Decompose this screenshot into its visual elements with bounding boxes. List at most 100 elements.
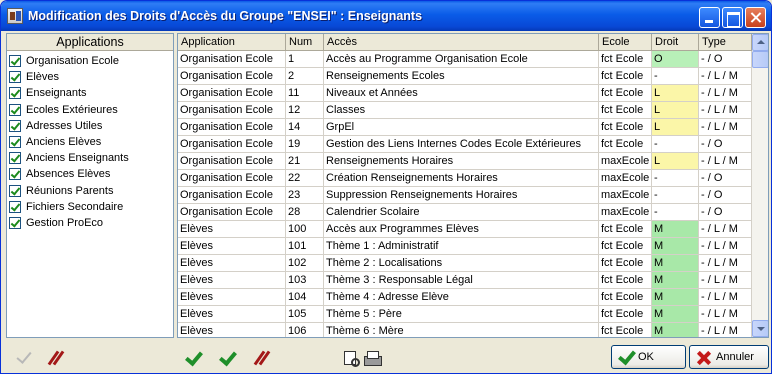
- cell-acces: Accès au Programme Organisation Ecole: [324, 51, 599, 67]
- column-header-ecole[interactable]: Ecole: [599, 34, 652, 50]
- cell-droit[interactable]: M: [652, 238, 699, 254]
- cell-droit[interactable]: M: [652, 221, 699, 237]
- checkbox[interactable]: [9, 200, 21, 213]
- scroll-down-button[interactable]: [752, 320, 768, 337]
- list-item[interactable]: Elèves: [7, 69, 173, 85]
- cell-acces: Thème 5 : Père: [324, 306, 599, 322]
- table-row[interactable]: Organisation Ecole 12 Classes fct Ecole L - /…: [178, 102, 752, 119]
- ok-button[interactable]: OK: [611, 345, 686, 369]
- checkbox[interactable]: [9, 184, 21, 197]
- check-all-disabled-button[interactable]: [13, 347, 35, 369]
- cell-application: Organisation Ecole: [178, 204, 286, 220]
- list-item[interactable]: Adresses Utiles: [7, 118, 173, 134]
- checkbox[interactable]: [9, 136, 21, 149]
- cell-droit[interactable]: M: [652, 289, 699, 305]
- set-rights-all-button[interactable]: [216, 347, 238, 369]
- list-item[interactable]: Fichiers Secondaire: [7, 199, 173, 215]
- list-item-label: Enseignants: [26, 87, 87, 100]
- checkbox[interactable]: [9, 87, 21, 100]
- table-row[interactable]: Elèves 103 Thème 3 : Responsable Légal fct …: [178, 272, 752, 289]
- scroll-up-button[interactable]: [752, 34, 768, 51]
- checkbox[interactable]: [9, 216, 21, 229]
- column-header-num[interactable]: Num: [286, 34, 324, 50]
- cell-num: 19: [286, 136, 324, 152]
- table-row[interactable]: Organisation Ecole 2 Renseignements Ecoles…: [178, 68, 752, 85]
- list-item-label: Anciens Elèves: [26, 136, 102, 149]
- cell-droit[interactable]: M: [652, 323, 699, 337]
- table-row[interactable]: Organisation Ecole 22 Création Renseigneme…: [178, 170, 752, 187]
- cell-ecole: fct Ecole: [599, 136, 652, 152]
- cell-droit[interactable]: -: [652, 204, 699, 220]
- check-icon: [618, 350, 634, 366]
- cell-droit[interactable]: M: [652, 272, 699, 288]
- cell-num: 104: [286, 289, 324, 305]
- list-item[interactable]: Ecoles Extérieures: [7, 102, 173, 118]
- list-item[interactable]: Enseignants: [7, 85, 173, 101]
- table-row[interactable]: Organisation Ecole 23 Suppression Renseign…: [178, 187, 752, 204]
- cell-application: Organisation Ecole: [178, 136, 286, 152]
- cell-droit[interactable]: L: [652, 85, 699, 101]
- cell-droit[interactable]: O: [652, 51, 699, 67]
- cell-droit[interactable]: -: [652, 170, 699, 186]
- checkbox[interactable]: [9, 55, 21, 68]
- list-item[interactable]: Gestion ProEco: [7, 215, 173, 231]
- uncheck-all-button[interactable]: [45, 347, 67, 369]
- list-item-label: Absences Elèves: [26, 168, 111, 181]
- table-row[interactable]: Elèves 105 Thème 5 : Père fct Ecole M - / L /…: [178, 306, 752, 323]
- cell-num: 28: [286, 204, 324, 220]
- list-item[interactable]: Anciens Elèves: [7, 134, 173, 150]
- table-row[interactable]: Organisation Ecole 28 Calendrier Scolaire m…: [178, 204, 752, 221]
- rights-table: Application Num Accès Ecole Droit Type O…: [177, 33, 769, 338]
- applications-header[interactable]: Applications: [7, 34, 173, 51]
- table-row[interactable]: Elèves 101 Thème 1 : Administratif fct Ecol…: [178, 238, 752, 255]
- table-row[interactable]: Elèves 106 Thème 6 : Mère fct Ecole M - / L /…: [178, 323, 752, 337]
- list-item[interactable]: Anciens Enseignants: [7, 150, 173, 166]
- cell-ecole: fct Ecole: [599, 289, 652, 305]
- table-row[interactable]: Organisation Ecole 11 Niveaux et Années fct…: [178, 85, 752, 102]
- list-item[interactable]: Réunions Parents: [7, 183, 173, 199]
- maximize-button[interactable]: [722, 7, 743, 28]
- cell-type: - / L / M: [699, 238, 752, 254]
- scroll-thumb[interactable]: [752, 51, 768, 68]
- cell-type: - / L / M: [699, 306, 752, 322]
- vertical-scrollbar[interactable]: [752, 34, 768, 337]
- cell-droit[interactable]: M: [652, 255, 699, 271]
- clear-rights-button[interactable]: [251, 347, 273, 369]
- checkbox[interactable]: [9, 103, 21, 116]
- column-header-droit[interactable]: Droit: [652, 34, 699, 50]
- table-row[interactable]: Elèves 104 Thème 4 : Adresse Elève fct Ecol…: [178, 289, 752, 306]
- cell-application: Elèves: [178, 255, 286, 271]
- table-row[interactable]: Organisation Ecole 21 Renseignements Horai…: [178, 153, 752, 170]
- list-item[interactable]: Absences Elèves: [7, 166, 173, 182]
- title-bar[interactable]: Modification des Droits d'Accès du Group…: [1, 1, 771, 31]
- cell-droit[interactable]: -: [652, 68, 699, 84]
- minimize-button[interactable]: [699, 7, 720, 28]
- print-button[interactable]: [361, 347, 383, 369]
- checkbox[interactable]: [9, 119, 21, 132]
- checkbox[interactable]: [9, 71, 21, 84]
- table-row[interactable]: Organisation Ecole 14 GrpEl fct Ecole L - / L…: [178, 119, 752, 136]
- cell-type: - / L / M: [699, 119, 752, 135]
- cell-application: Elèves: [178, 272, 286, 288]
- cell-droit[interactable]: M: [652, 306, 699, 322]
- table-row[interactable]: Organisation Ecole 1 Accès au Programme Or…: [178, 51, 752, 68]
- set-rights-button[interactable]: [182, 347, 204, 369]
- cell-droit[interactable]: L: [652, 153, 699, 169]
- cell-droit[interactable]: -: [652, 136, 699, 152]
- column-header-application[interactable]: Application: [178, 34, 286, 50]
- checkbox[interactable]: [9, 152, 21, 165]
- table-row[interactable]: Elèves 102 Thème 2 : Localisations fct Ecol…: [178, 255, 752, 272]
- column-header-acces[interactable]: Accès: [324, 34, 599, 50]
- table-row[interactable]: Elèves 100 Accès aux Programmes Elèves fct …: [178, 221, 752, 238]
- cell-droit[interactable]: L: [652, 119, 699, 135]
- cell-num: 1: [286, 51, 324, 67]
- list-item[interactable]: Organisation Ecole: [7, 53, 173, 69]
- cancel-button[interactable]: Annuler: [689, 345, 769, 369]
- checkbox[interactable]: [9, 168, 21, 181]
- table-row[interactable]: Organisation Ecole 19 Gestion des Liens In…: [178, 136, 752, 153]
- close-button[interactable]: [745, 7, 766, 28]
- cell-droit[interactable]: -: [652, 187, 699, 203]
- print-preview-button[interactable]: [340, 347, 362, 369]
- column-header-type[interactable]: Type: [699, 34, 752, 50]
- cell-droit[interactable]: L: [652, 102, 699, 118]
